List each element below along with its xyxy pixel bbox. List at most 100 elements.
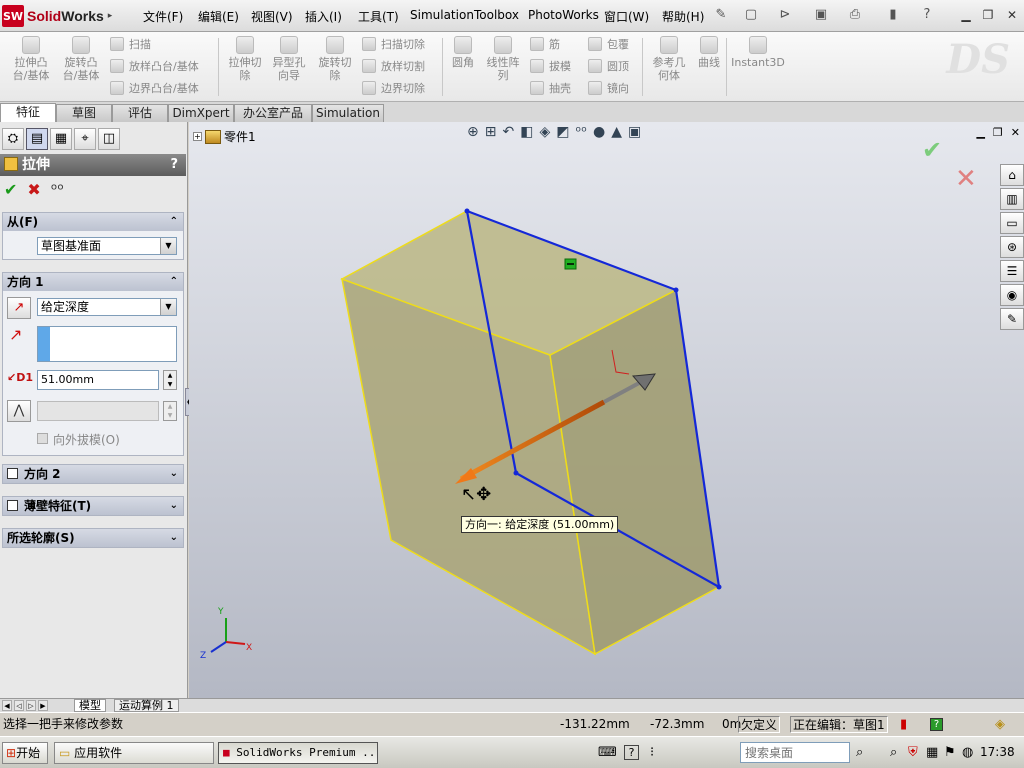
- start-button[interactable]: ⊞开始: [2, 742, 48, 764]
- feature-manager-icon[interactable]: ⛭: [2, 128, 24, 150]
- menu-help[interactable]: 帮助(H): [662, 8, 704, 25]
- menu-edit[interactable]: 编辑(E): [198, 8, 239, 25]
- volume-icon[interactable]: ◍: [962, 745, 973, 760]
- input-method-icon[interactable]: ⁝: [650, 745, 654, 760]
- boundary-boss-button[interactable]: 边界凸台/基体: [110, 80, 199, 96]
- expand-plus-icon[interactable]: +: [193, 132, 202, 141]
- hole-wizard-button[interactable]: 异型孔 向导: [264, 36, 314, 82]
- taskbar-solidworks-button[interactable]: ■ SolidWorks Premium ...: [218, 742, 378, 764]
- loft-button[interactable]: 放样凸台/基体: [110, 58, 199, 74]
- tray-search-icon[interactable]: ⌕: [890, 745, 897, 760]
- depth-input[interactable]: 51.00mm: [37, 370, 159, 390]
- sketch-vertex[interactable]: [716, 584, 722, 590]
- model-viewport[interactable]: Y X Z: [189, 122, 1024, 698]
- zoom-to-fit-icon[interactable]: ⊕: [467, 124, 479, 140]
- close-icon[interactable]: ✕: [1011, 126, 1020, 139]
- direction-reference-list[interactable]: [37, 326, 177, 362]
- feature-tree-flyout[interactable]: + 零件1: [193, 128, 256, 145]
- previous-view-icon[interactable]: ↶: [502, 124, 514, 140]
- home-icon[interactable]: ⌂: [1000, 164, 1024, 186]
- menu-window[interactable]: 窗口(W): [604, 8, 649, 25]
- help-icon[interactable]: ?: [930, 718, 943, 731]
- tab-model[interactable]: 模型: [74, 699, 106, 712]
- tab-evaluate[interactable]: 评估: [112, 104, 168, 122]
- sweep-cut-button[interactable]: 扫描切除: [362, 36, 425, 52]
- chevron-down-icon[interactable]: ▼: [160, 299, 176, 315]
- direction1-group-header[interactable]: 方向 1 ⌃: [3, 273, 183, 291]
- from-start-condition-select[interactable]: 草图基准面 ▼: [37, 237, 177, 255]
- thin-feature-checkbox[interactable]: [7, 500, 18, 511]
- view-settings-icon[interactable]: ▣: [628, 124, 641, 140]
- dome-button[interactable]: 圆顶: [588, 58, 629, 74]
- taskbar-folder-button[interactable]: ▭ 应用软件: [54, 742, 214, 764]
- revolve-boss-button[interactable]: 旋转凸 台/基体: [56, 36, 106, 82]
- resources-icon[interactable]: ▥: [1000, 188, 1024, 210]
- instant3d-button[interactable]: Instant3D: [730, 36, 786, 69]
- dimxpert-manager-icon[interactable]: ⌖: [74, 128, 96, 150]
- linear-pattern-button[interactable]: 线性阵 列: [478, 36, 528, 82]
- tab-features[interactable]: 特征: [0, 103, 56, 122]
- draft-button[interactable]: 拔模: [530, 58, 571, 74]
- cancel-x-icon[interactable]: ✖: [27, 180, 40, 199]
- antivirus-icon[interactable]: ⛨: [908, 745, 918, 760]
- section-view-icon[interactable]: ◧: [520, 124, 533, 140]
- menu-insert[interactable]: 插入(I): [305, 8, 342, 25]
- confirm-ok-check-icon[interactable]: ✔: [922, 136, 942, 164]
- pin-icon[interactable]: ✎: [712, 6, 730, 24]
- sweep-button[interactable]: 扫描: [110, 36, 151, 52]
- tab-dimxpert[interactable]: DimXpert: [168, 104, 234, 122]
- boundary-cut-button[interactable]: 边界切除: [362, 80, 425, 96]
- thin-feature-group-header[interactable]: 薄壁特征(T) ⌄: [3, 497, 183, 515]
- shell-button[interactable]: 抽壳: [530, 80, 571, 96]
- save-icon[interactable]: ▣: [812, 6, 830, 24]
- tab-office-products[interactable]: 办公室产品: [234, 104, 312, 122]
- revolve-cut-button[interactable]: 旋转切 除: [310, 36, 360, 82]
- hide-show-items-icon[interactable]: ᵒᵒ: [575, 124, 587, 140]
- loft-cut-button[interactable]: 放样切割: [362, 58, 425, 74]
- search-icon[interactable]: ⌕: [856, 745, 863, 760]
- display-style-icon[interactable]: ◩: [556, 124, 569, 140]
- extrude-boss-button[interactable]: 拉伸凸 台/基体: [6, 36, 56, 82]
- edit-appearance-icon[interactable]: ●: [593, 124, 605, 140]
- menu-tools[interactable]: 工具(T): [358, 8, 399, 25]
- draft-toggle-button[interactable]: ⋀: [7, 400, 31, 422]
- help-icon[interactable]: ?: [170, 154, 178, 176]
- chevron-right-icon[interactable]: ▸: [108, 11, 113, 21]
- security-icon[interactable]: ⚑: [944, 745, 956, 760]
- minimize-icon[interactable]: ▁: [976, 126, 984, 139]
- reverse-direction-button[interactable]: ↗: [7, 297, 31, 319]
- units-tag-icon[interactable]: ◈: [995, 716, 1005, 733]
- rebuild-icon[interactable]: ▮: [884, 6, 902, 24]
- preview-glasses-icon[interactable]: ᵒᵒ: [51, 180, 64, 199]
- extrude-cut-button[interactable]: 拉伸切 除: [220, 36, 270, 82]
- menu-view[interactable]: 视图(V): [251, 8, 293, 25]
- solidworks-logo[interactable]: SW SolidWorks ▸: [2, 4, 112, 28]
- print-icon[interactable]: ⎙: [846, 6, 864, 24]
- graphics-area[interactable]: Y X Z + 零件1 ⊕ ⊞ ↶ ◧ ◈ ◩ ᵒᵒ ● ▲ ▣ ▁ ❐ ✕ ✔…: [189, 122, 1024, 698]
- tab-sketch[interactable]: 草图: [56, 104, 112, 122]
- help-icon[interactable]: ?: [624, 745, 639, 760]
- tab-motion-study[interactable]: 运动算例 1: [114, 699, 179, 712]
- sketch-vertex[interactable]: [673, 287, 679, 293]
- view-orientation-icon[interactable]: ◈: [539, 124, 550, 140]
- zoom-to-area-icon[interactable]: ⊞: [485, 124, 497, 140]
- menu-simulation[interactable]: Simulation: [410, 8, 474, 22]
- configuration-manager-icon[interactable]: ▦: [50, 128, 72, 150]
- expand-chevron-icon[interactable]: ⌄: [170, 465, 178, 483]
- help-icon[interactable]: ?: [918, 6, 936, 24]
- tab-simulation[interactable]: Simulation: [312, 104, 384, 122]
- direction2-group-header[interactable]: 方向 2 ⌄: [3, 465, 183, 483]
- file-explorer-icon[interactable]: ▭: [1000, 212, 1024, 234]
- draft-angle-spinner[interactable]: ▲ ▼: [163, 401, 177, 421]
- selected-contours-group-header[interactable]: 所选轮廓(S) ⌄: [3, 529, 183, 547]
- ok-check-icon[interactable]: ✔: [4, 180, 17, 199]
- property-manager-icon[interactable]: ▤: [26, 128, 48, 150]
- open-folder-icon[interactable]: ⊳: [776, 6, 794, 24]
- expand-chevron-icon[interactable]: ⌄: [170, 497, 178, 515]
- appearances-icon[interactable]: ◉: [1000, 284, 1024, 306]
- last-tab-icon[interactable]: ▶: [38, 700, 48, 711]
- next-tab-icon[interactable]: ▷: [26, 700, 36, 711]
- sketch-vertex[interactable]: [464, 208, 470, 214]
- mirror-button[interactable]: 镜向: [588, 80, 629, 96]
- sketch-vertex[interactable]: [513, 470, 519, 476]
